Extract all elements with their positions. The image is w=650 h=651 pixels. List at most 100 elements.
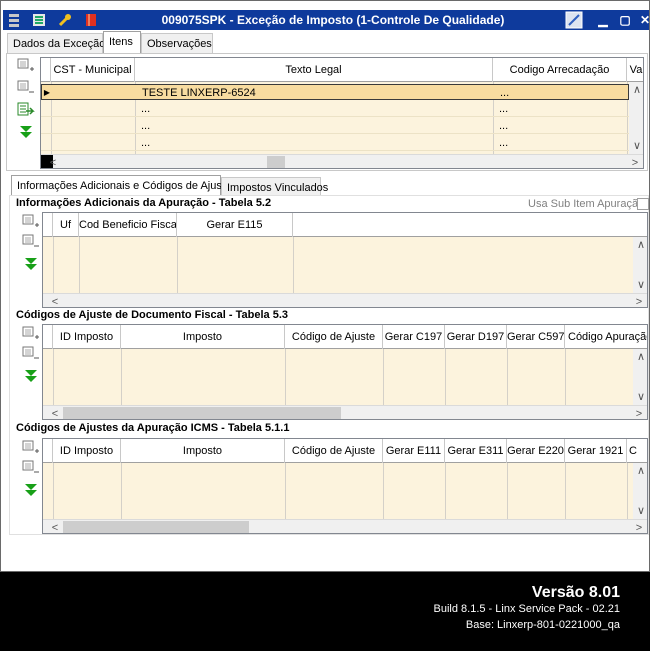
scroll-up-icon[interactable]: ∧ [633,237,647,253]
table-row[interactable]: ▶ TESTE LINXERP-6524 ... 00 [41,84,643,101]
section2-side-toolbar [20,324,42,394]
col-divider [53,463,54,519]
section1-vertical-scrollbar[interactable]: ∧ ∨ [633,237,647,293]
codigo-cell[interactable]: ... [499,118,619,134]
col-header-va[interactable]: Va [627,58,643,82]
expand-down-icon[interactable] [22,368,40,384]
table-row[interactable]: ... ... 00 [41,101,643,117]
col-header-id-imposto[interactable]: ID Imposto [53,325,121,349]
col-divider [383,349,384,405]
section2-horizontal-scrollbar[interactable]: < > [43,405,647,419]
col-header-id-imposto[interactable]: ID Imposto [53,439,121,463]
col-header-gerar-e115[interactable]: Gerar E115 [177,213,293,237]
col-header-codigo-apuracao[interactable]: Código Apuração [565,325,647,349]
col-header-uf[interactable]: Uf [53,213,79,237]
expand-down-icon[interactable] [22,256,40,272]
scroll-down-icon[interactable]: ∨ [629,138,643,154]
scroll-right-icon[interactable]: > [627,155,643,168]
section1-horizontal-scrollbar[interactable]: < > [43,293,647,307]
screenshot-icon[interactable] [565,11,583,29]
col-header-gerar-c197[interactable]: Gerar C197 [383,325,445,349]
scroll-right-icon[interactable]: > [631,406,647,419]
codigo-cell[interactable]: ... [499,135,619,151]
col-divider [121,349,122,405]
col-header-gerar-e111[interactable]: Gerar E111 [383,439,445,463]
scroll-thumb[interactable] [267,156,285,168]
section2-vertical-scrollbar[interactable]: ∧ ∨ [633,349,647,405]
section3-horizontal-scrollbar[interactable]: < > [43,519,647,533]
remove-row-icon[interactable] [22,460,40,476]
scroll-down-icon[interactable]: ∨ [633,277,647,293]
col-header-codigo-arrecadacao[interactable]: Codigo Arrecadação [493,58,627,82]
texto-legal-cell[interactable]: TESTE LINXERP-6524 [142,85,482,101]
remove-row-icon[interactable] [17,80,35,96]
add-row-icon[interactable] [17,58,35,74]
table-row[interactable]: ... ... 00 [41,135,643,151]
col-header-codigo-ajuste[interactable]: Código de Ajuste [285,325,383,349]
expand-down-icon[interactable] [22,482,40,498]
add-row-icon[interactable] [22,326,40,342]
scroll-up-icon[interactable]: ∧ [633,463,647,479]
texto-legal-cell[interactable]: ... [141,135,481,151]
book-icon[interactable] [83,12,99,28]
expand-down-icon[interactable] [17,124,35,140]
add-row-icon[interactable] [22,440,40,456]
tab-dados-da-excecao[interactable]: Dados da Exceção [7,33,105,53]
col-header-imposto[interactable]: Imposto [121,325,285,349]
tab-informacoes-adicionais[interactable]: Informações Adicionais e Códigos de Ajus… [11,175,231,197]
scroll-thumb[interactable] [63,521,249,533]
items-horizontal-scrollbar[interactable]: < > [41,154,643,168]
col-divider [445,463,446,519]
codigo-cell[interactable]: ... [499,101,619,117]
col-header-cst[interactable]: CST - Municipal [51,58,135,82]
tab-impostos-vinculados[interactable]: Impostos Vinculados [221,177,328,197]
minimize-button[interactable]: ▁ [593,11,613,29]
remove-row-icon[interactable] [22,346,40,362]
scroll-left-icon[interactable]: < [47,406,63,419]
table-row[interactable]: ... ... 00 [41,118,643,134]
col-divider [445,349,446,405]
scroll-left-icon[interactable]: < [47,294,63,307]
scroll-left-icon[interactable]: < [45,155,61,168]
col-header-gerar-d197[interactable]: Gerar D197 [445,325,507,349]
col-header-gerar-c597[interactable]: Gerar C597 [507,325,565,349]
scroll-down-icon[interactable]: ∨ [633,389,647,405]
maximize-button[interactable]: ▢ [615,11,635,29]
add-row-icon[interactable] [22,214,40,230]
col-header-c[interactable]: C [627,439,647,463]
scroll-right-icon[interactable]: > [631,520,647,533]
section3-vertical-scrollbar[interactable]: ∧ ∨ [633,463,647,519]
texto-legal-cell[interactable]: ... [141,118,481,134]
app-menu-icon[interactable] [6,12,22,28]
col-header-texto-legal[interactable]: Texto Legal [135,58,493,82]
scroll-up-icon[interactable]: ∧ [629,82,643,98]
scroll-right-icon[interactable]: > [631,294,647,307]
codigo-cell[interactable]: ... [500,85,620,101]
version-footer: Versão 8.01 Build 8.1.5 - Linx Service P… [0,572,650,651]
row-indicator-header [43,325,53,349]
tab-itens[interactable]: Itens [103,31,141,53]
col-header-gerar-e220[interactable]: Gerar E220 [507,439,565,463]
texto-legal-cell[interactable]: ... [141,101,481,117]
usa-sub-item-checkbox[interactable] [637,198,649,210]
col-header-gerar-1921[interactable]: Gerar 1921 [565,439,627,463]
section1-grid-header: Uf Cod Beneficio Fiscal Gerar E115 [43,213,647,237]
col-divider [565,349,566,405]
scroll-down-icon[interactable]: ∨ [633,503,647,519]
scroll-thumb[interactable] [63,407,341,419]
adjustments-panel: Informações Adicionais da Apuração - Tab… [9,195,649,535]
scroll-up-icon[interactable]: ∧ [633,349,647,365]
remove-row-icon[interactable] [22,234,40,250]
col-header-imposto[interactable]: Imposto [121,439,285,463]
close-button[interactable]: ✕ [635,11,649,29]
edit-row-icon[interactable] [17,102,35,118]
col-header-codigo-ajuste[interactable]: Código de Ajuste [285,439,383,463]
tab-observacoes[interactable]: Observações [141,33,213,53]
tools-icon[interactable] [31,12,47,28]
wrench-icon[interactable] [57,12,73,28]
col-header-gerar-e311[interactable]: Gerar E311 [445,439,507,463]
items-vertical-scrollbar[interactable]: ∧ ∨ [629,82,643,154]
title-bar-background: 009075SPK - Exceção de Imposto (1-Contro… [3,10,649,30]
col-header-cod-beneficio[interactable]: Cod Beneficio Fiscal [79,213,177,237]
scroll-left-icon[interactable]: < [47,520,63,533]
